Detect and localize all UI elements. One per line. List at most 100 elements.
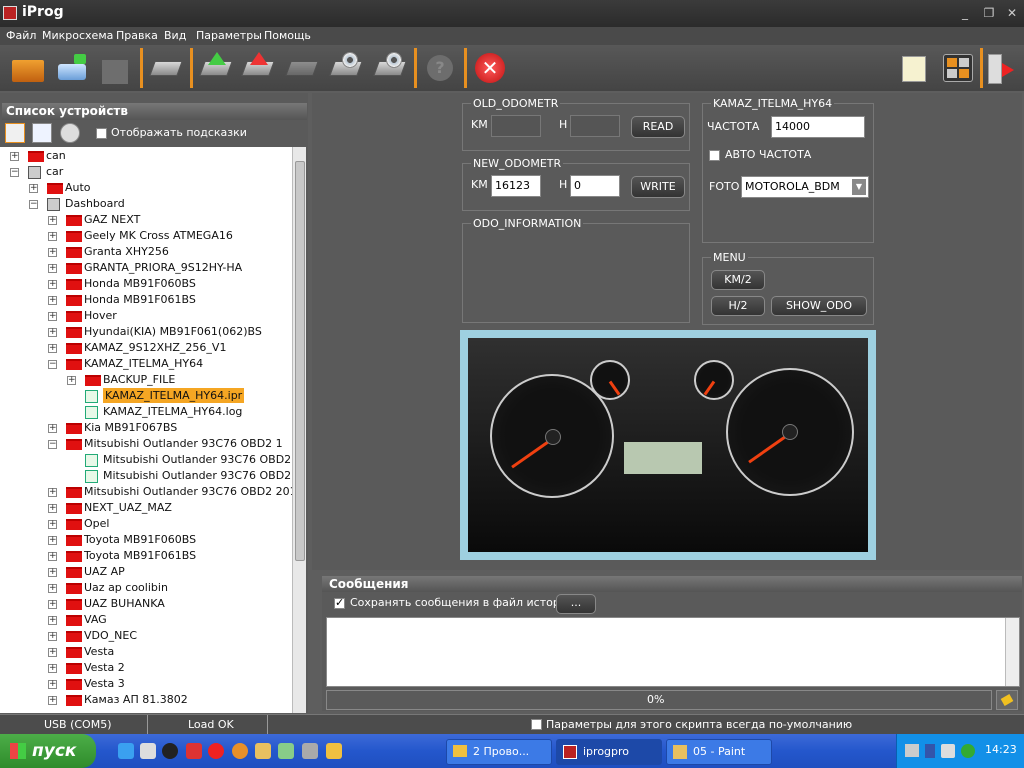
tree-item[interactable]: + Uaz ap coolibin (0, 580, 290, 596)
h2-button[interactable]: H/2 (711, 296, 765, 316)
tree-item[interactable]: + Honda MB91F060BS (0, 276, 290, 292)
expand-icon[interactable]: + (48, 280, 57, 289)
tree-item[interactable]: + can (0, 148, 290, 164)
expand-icon[interactable]: + (48, 600, 57, 609)
menu-chip[interactable]: Микросхема (42, 29, 113, 42)
tree-item[interactable]: + Honda MB91F061BS (0, 292, 290, 308)
opera-icon[interactable] (208, 743, 224, 759)
frequency-input[interactable]: 14000 (771, 116, 865, 138)
chip-read-icon[interactable] (148, 50, 184, 86)
expand-icon[interactable]: + (48, 312, 57, 321)
default-params-checkbox[interactable] (531, 719, 542, 730)
task-explorer[interactable]: 2 Прово... (446, 739, 552, 765)
collapse-icon[interactable]: − (29, 200, 38, 209)
clear-messages-icon[interactable] (996, 690, 1018, 710)
tree-scrollbar[interactable] (292, 147, 306, 713)
notepad-icon[interactable] (140, 743, 156, 759)
expand-icon[interactable]: + (48, 296, 57, 305)
scroll-thumb[interactable] (295, 161, 305, 561)
auto-frequency-checkbox[interactable] (709, 150, 720, 161)
messages-scrollbar[interactable] (1005, 618, 1019, 686)
tree-item[interactable]: + Камаз АП 81.3802 (0, 692, 290, 708)
tree-item[interactable]: + UAZ BUHANKA (0, 596, 290, 612)
tree-item[interactable]: Mitsubishi Outlander 93C76 OBD2.ipr (0, 452, 292, 468)
tree-item[interactable]: + VDO_NEC (0, 628, 290, 644)
exit-icon[interactable] (984, 50, 1020, 86)
start-button[interactable]: пуск (0, 734, 96, 768)
expand-icon[interactable]: + (48, 488, 57, 497)
collapse-icon[interactable]: − (48, 360, 57, 369)
browse-button[interactable]: ... (556, 594, 596, 614)
tree-item[interactable]: − Dashboard (0, 196, 290, 212)
tree-view-icon[interactable] (5, 123, 25, 143)
tree-item[interactable]: KAMAZ_ITELMA_HY64.log (0, 404, 290, 420)
menu-view[interactable]: Вид (164, 29, 186, 42)
expand-icon[interactable]: + (48, 680, 57, 689)
speaker-icon[interactable] (941, 744, 955, 758)
collapse-icon[interactable]: − (48, 440, 57, 449)
expand-icon[interactable]: + (10, 152, 19, 161)
task-iprog[interactable]: iprogpro (556, 739, 662, 765)
expand-icon[interactable]: + (48, 584, 57, 593)
expand-icon[interactable]: + (48, 216, 57, 225)
menu-params[interactable]: Параметры (196, 29, 262, 42)
device-tree[interactable]: + can − car + Auto − Dashboard + GAZ NEXT + Geely M… (0, 147, 292, 713)
expand-icon[interactable]: + (48, 504, 57, 513)
app-icon[interactable] (278, 743, 294, 759)
expand-icon[interactable]: + (48, 248, 57, 257)
firefox-icon[interactable] (232, 743, 248, 759)
tree-item[interactable]: + Hyundai(KIA) MB91F061(062)BS (0, 324, 290, 340)
tree-item[interactable]: + Kia MB91F067BS (0, 420, 290, 436)
folder-icon[interactable] (326, 743, 342, 759)
km2-button[interactable]: KM/2 (711, 270, 765, 290)
chevron-down-icon[interactable]: ▼ (852, 179, 866, 195)
tree-item[interactable]: + GAZ NEXT (0, 212, 290, 228)
tree-item[interactable]: + Vesta (0, 644, 290, 660)
expand-icon[interactable]: + (48, 328, 57, 337)
new-h-input[interactable]: 0 (570, 175, 620, 197)
expand-icon[interactable]: + (48, 696, 57, 705)
tree-item[interactable]: Mitsubishi Outlander 93C76 OBD2.log (0, 468, 292, 484)
restore-button[interactable]: ❐ (980, 5, 998, 21)
tree-item[interactable]: KAMAZ_ITELMA_HY64.ipr (0, 388, 290, 404)
open-folder-icon[interactable] (10, 50, 46, 86)
bmw-icon[interactable] (162, 743, 178, 759)
tree-item[interactable]: + Geely MK Cross ATMEGA16 (0, 228, 290, 244)
chip-verify-icon[interactable] (328, 50, 364, 86)
tree-item[interactable]: + Vesta 3 (0, 676, 290, 692)
ie-icon[interactable] (118, 743, 134, 759)
expand-icon[interactable]: + (48, 552, 57, 561)
tree-item[interactable]: + Toyota MB91F060BS (0, 532, 290, 548)
device-icon[interactable] (302, 743, 318, 759)
save-messages-checkbox[interactable]: ✓ (334, 596, 345, 609)
notes-icon[interactable] (896, 50, 932, 86)
calculator-icon[interactable] (940, 50, 976, 86)
paint-icon[interactable] (255, 743, 271, 759)
expand-icon[interactable]: + (48, 232, 57, 241)
expand-icon[interactable]: + (29, 184, 38, 193)
close-button[interactable]: ✕ (1003, 5, 1021, 21)
tree-item[interactable]: + KAMAZ_9S12XHZ_256_V1 (0, 340, 290, 356)
expand-icon[interactable]: + (48, 536, 57, 545)
chip-write-icon[interactable] (198, 50, 234, 86)
read-button[interactable]: READ (631, 116, 685, 138)
task-paint[interactable]: 05 - Paint (666, 739, 772, 765)
usb-icon[interactable] (925, 744, 935, 758)
expand-icon[interactable]: + (48, 520, 57, 529)
tree-item[interactable]: + Vesta 2 (0, 660, 290, 676)
tree-item[interactable]: + Toyota MB91F061BS (0, 548, 290, 564)
messages-log[interactable] (326, 617, 1020, 687)
tree-item[interactable]: + VAG (0, 612, 290, 628)
tree-item[interactable]: + BACKUP_FILE (0, 372, 290, 388)
tree-item[interactable]: + Auto (0, 180, 290, 196)
tree-item[interactable]: + Hover (0, 308, 290, 324)
expand-icon[interactable]: + (48, 424, 57, 433)
old-km-input[interactable] (491, 115, 541, 137)
tree-item[interactable]: + Opel (0, 516, 290, 532)
tree-item[interactable]: − Mitsubishi Outlander 93C76 OBD2 1 (0, 436, 290, 452)
list-view-icon[interactable] (32, 123, 52, 143)
tree-item[interactable]: + GRANTA_PRIORA_9S12HY-HA (0, 260, 290, 276)
expand-icon[interactable]: + (48, 648, 57, 657)
tree-item[interactable]: − KAMAZ_ITELMA_HY64 (0, 356, 290, 372)
collapse-icon[interactable]: − (10, 168, 19, 177)
